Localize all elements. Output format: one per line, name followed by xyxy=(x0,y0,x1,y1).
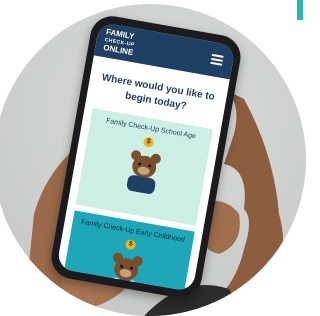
bear-icon xyxy=(108,252,143,293)
card-early-childhood[interactable]: Family Check-Up Early Childhood $ xyxy=(57,210,195,293)
app-logo[interactable]: FAMILY CHECK-UP ONLINE xyxy=(103,27,137,57)
card-school-age[interactable]: Family Check-Up School Age $ xyxy=(75,107,213,226)
hamburger-menu-icon[interactable] xyxy=(210,53,224,66)
coin-icon: $ xyxy=(142,136,155,149)
coin-icon: $ xyxy=(124,238,137,251)
bear-icon xyxy=(126,150,161,194)
photo-circle: FAMILY CHECK-UP ONLINE Where would you l… xyxy=(0,4,306,316)
